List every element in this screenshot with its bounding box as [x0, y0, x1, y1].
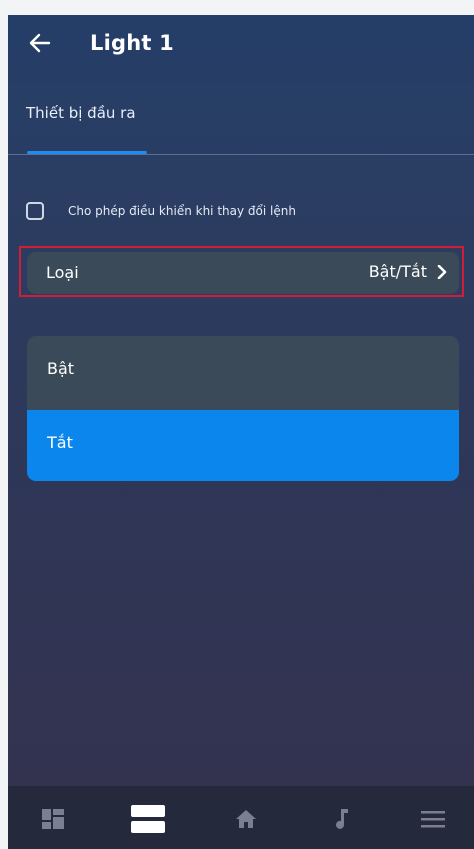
bottom-navigation [8, 786, 474, 849]
nav-music[interactable] [326, 806, 356, 832]
devices-list-icon [131, 805, 165, 833]
nav-home[interactable] [231, 806, 261, 832]
highlight-box [19, 246, 464, 297]
option-off[interactable]: Tắt [27, 410, 459, 481]
allow-control-option[interactable]: Cho phép điều khiển khi thay đổi lệnh [26, 202, 296, 220]
back-button[interactable] [26, 29, 54, 57]
top-bar: Light 1 [8, 15, 474, 75]
allow-control-label: Cho phép điều khiển khi thay đổi lệnh [68, 204, 296, 218]
tab-output-device[interactable]: Thiết bị đầu ra [26, 104, 136, 122]
music-note-icon [336, 809, 348, 829]
nav-dashboard[interactable] [38, 806, 68, 832]
allow-control-checkbox[interactable] [26, 202, 44, 220]
option-off-label: Tắt [47, 433, 73, 452]
options-list: Bật Tắt [27, 336, 459, 481]
tab-divider [8, 154, 474, 155]
home-icon [236, 810, 256, 828]
page-title: Light 1 [90, 31, 174, 55]
arrow-left-icon [29, 33, 51, 53]
option-on-label: Bật [47, 359, 75, 378]
nav-devices[interactable] [130, 805, 166, 833]
app-screen: Light 1 Thiết bị đầu ra Cho phép điều kh… [8, 15, 474, 849]
option-on[interactable]: Bật [27, 336, 459, 410]
menu-icon [421, 811, 445, 828]
nav-menu[interactable] [418, 806, 448, 832]
dashboard-icon [42, 809, 64, 829]
